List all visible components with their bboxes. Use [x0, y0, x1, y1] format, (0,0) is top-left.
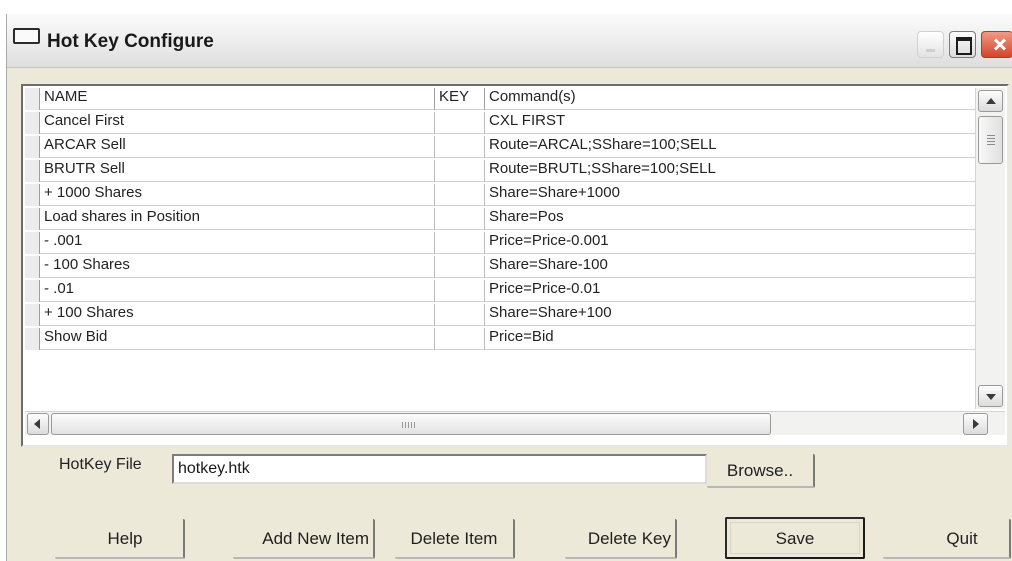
- horizontal-scroll-thumb[interactable]: [51, 413, 771, 435]
- command-cell[interactable]: Price=Bid: [485, 328, 975, 350]
- help-button[interactable]: Help: [55, 519, 185, 559]
- name-cell[interactable]: BRUTR Sell: [40, 160, 435, 182]
- command-cell[interactable]: CXL FIRST: [485, 112, 975, 134]
- key-cell[interactable]: [435, 256, 485, 278]
- row-indicator-cell: [25, 304, 40, 326]
- key-cell[interactable]: [435, 304, 485, 326]
- name-cell[interactable]: + 1000 Shares: [40, 184, 435, 206]
- table-row[interactable]: Cancel First CXL FIRST: [25, 112, 975, 134]
- title-bar[interactable]: Hot Key Configure: [7, 14, 1012, 68]
- hotkey-table: NAME KEY Command(s) Cancel First CXL FIRS…: [25, 88, 975, 409]
- name-cell[interactable]: + 100 Shares: [40, 304, 435, 326]
- row-indicator-cell: [25, 136, 40, 158]
- close-button[interactable]: [981, 31, 1012, 58]
- column-header-name[interactable]: NAME: [40, 88, 435, 110]
- command-cell[interactable]: Price=Price-0.001: [485, 232, 975, 254]
- save-button-label: Save: [775, 529, 815, 548]
- key-cell[interactable]: [435, 208, 485, 230]
- chevron-down-icon: [986, 394, 996, 400]
- hotkey-file-input[interactable]: [172, 454, 707, 484]
- name-cell[interactable]: Cancel First: [40, 112, 435, 134]
- command-cell[interactable]: Route=BRUTL;SShare=100;SELL: [485, 160, 975, 182]
- row-indicator-cell: [25, 160, 40, 182]
- chevron-up-icon: [986, 98, 996, 104]
- command-cell[interactable]: Price=Price-0.01: [485, 280, 975, 302]
- command-cell[interactable]: Share=Pos: [485, 208, 975, 230]
- name-cell[interactable]: - 100 Shares: [40, 256, 435, 278]
- vertical-scroll-thumb[interactable]: [978, 116, 1003, 164]
- row-indicator-cell: [25, 280, 40, 302]
- column-header-commands[interactable]: Command(s): [485, 88, 975, 110]
- delete-item-button[interactable]: Delete Item: [395, 519, 515, 559]
- table-row[interactable]: Load shares in Position Share=Pos: [25, 208, 975, 230]
- scroll-right-button[interactable]: [963, 413, 988, 435]
- quit-button[interactable]: Quit: [883, 519, 1011, 559]
- table-row[interactable]: + 100 Shares Share=Share+100: [25, 304, 975, 326]
- window-title: Hot Key Configure: [47, 31, 214, 52]
- header-indicator-cell: [25, 88, 40, 110]
- row-indicator-cell: [25, 184, 40, 206]
- row-indicator-cell: [25, 256, 40, 278]
- scroll-down-button[interactable]: [978, 385, 1003, 407]
- window-icon: [13, 28, 40, 44]
- command-cell[interactable]: Share=Share+1000: [485, 184, 975, 206]
- horizontal-scrollbar[interactable]: [25, 411, 1005, 435]
- row-indicator-cell: [25, 232, 40, 254]
- table-row[interactable]: + 1000 Shares Share=Share+1000: [25, 184, 975, 206]
- name-cell[interactable]: - .001: [40, 232, 435, 254]
- chevron-left-icon: [34, 419, 40, 429]
- table-row[interactable]: BRUTR Sell Route=BRUTL;SShare=100;SELL: [25, 160, 975, 182]
- name-cell[interactable]: - .01: [40, 280, 435, 302]
- key-cell[interactable]: [435, 184, 485, 206]
- table-row[interactable]: - .001 Price=Price-0.001: [25, 232, 975, 254]
- key-cell[interactable]: [435, 232, 485, 254]
- table-row[interactable]: Show Bid Price=Bid: [25, 328, 975, 350]
- command-cell[interactable]: Route=ARCAL;SShare=100;SELL: [485, 136, 975, 158]
- scroll-left-button[interactable]: [27, 413, 49, 435]
- key-cell[interactable]: [435, 112, 485, 134]
- hotkey-grid: NAME KEY Command(s) Cancel First CXL FIRS…: [21, 84, 1009, 447]
- row-indicator-cell: [25, 112, 40, 134]
- key-cell[interactable]: [435, 328, 485, 350]
- hotkey-file-label: HotKey File: [59, 456, 142, 473]
- command-cell[interactable]: Share=Share+100: [485, 304, 975, 326]
- save-button[interactable]: Save: [725, 517, 865, 559]
- table-row[interactable]: ARCAR Sell Route=ARCAL;SShare=100;SELL: [25, 136, 975, 158]
- scroll-up-button[interactable]: [978, 90, 1003, 112]
- name-cell[interactable]: ARCAR Sell: [40, 136, 435, 158]
- maximize-button[interactable]: [949, 31, 976, 58]
- table-row[interactable]: - .01 Price=Price-0.01: [25, 280, 975, 302]
- browse-button[interactable]: Browse..: [707, 454, 815, 488]
- name-cell[interactable]: Load shares in Position: [40, 208, 435, 230]
- key-cell[interactable]: [435, 280, 485, 302]
- row-indicator-cell: [25, 208, 40, 230]
- hot-key-configure-window: Hot Key Configure NAME KEY Command(s) Ca…: [6, 14, 1012, 561]
- column-header-key[interactable]: KEY: [435, 88, 485, 110]
- table-row[interactable]: - 100 Shares Share=Share-100: [25, 256, 975, 278]
- table-header-row: NAME KEY Command(s): [25, 88, 975, 110]
- key-cell[interactable]: [435, 136, 485, 158]
- key-cell[interactable]: [435, 160, 485, 182]
- command-cell[interactable]: Share=Share-100: [485, 256, 975, 278]
- chevron-right-icon: [973, 419, 979, 429]
- row-indicator-cell: [25, 328, 40, 350]
- vertical-scrollbar[interactable]: [975, 88, 1005, 409]
- name-cell[interactable]: Show Bid: [40, 328, 435, 350]
- add-new-item-button[interactable]: Add New Item: [233, 519, 375, 559]
- delete-key-button[interactable]: Delete Key: [565, 519, 677, 559]
- minimize-button[interactable]: [917, 31, 944, 58]
